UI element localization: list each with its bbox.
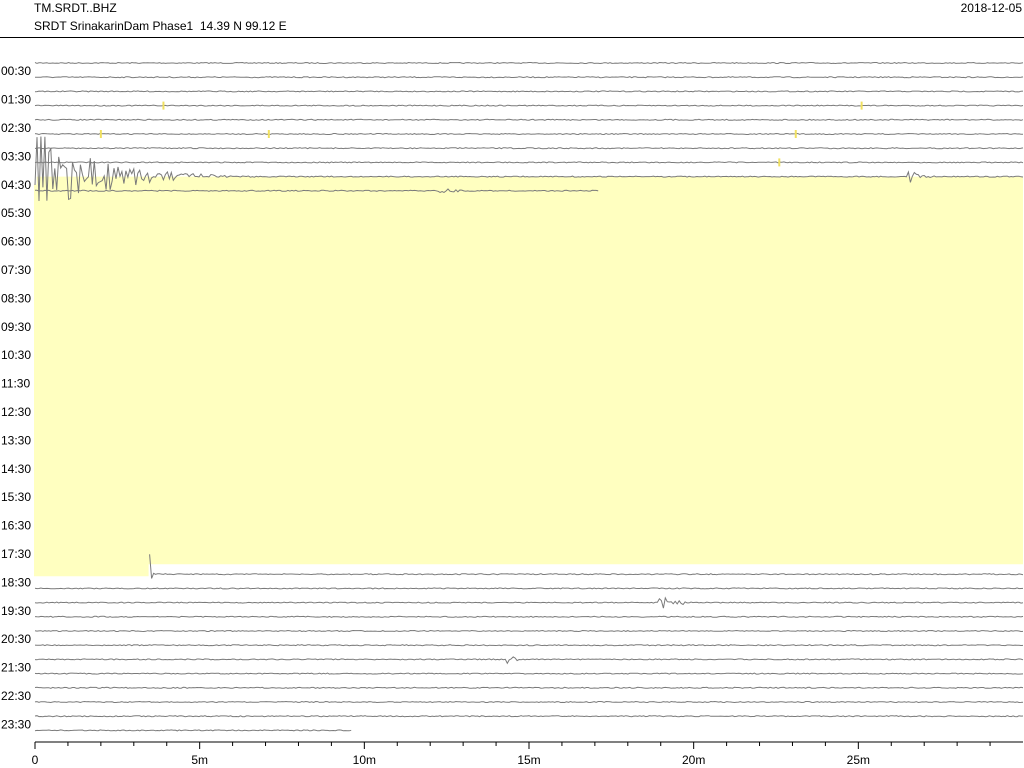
trace-row-41 [34, 644, 1024, 647]
trace-row-6 [35, 147, 1024, 150]
highlight-layer [34, 176, 1023, 577]
trace-row-1 [35, 76, 1024, 79]
trace-row-39 [34, 615, 1024, 618]
x-tick-label: 20m [682, 753, 705, 767]
trace-row-40 [34, 629, 1024, 633]
row-label-12: 12:30 [1, 405, 31, 419]
row-label-2: 02:30 [1, 121, 31, 135]
trace-row-0 [34, 61, 1024, 65]
highlight-region [34, 176, 1023, 577]
trace-row-46 [34, 715, 1024, 718]
x-tick-label: 5m [191, 753, 208, 767]
row-label-7: 07:30 [1, 263, 31, 277]
x-tick-label: 15m [517, 753, 540, 767]
row-label-17: 17:30 [1, 547, 31, 561]
row-label-0: 00:30 [1, 64, 31, 78]
row-label-14: 14:30 [1, 462, 31, 476]
row-label-23: 23:30 [1, 717, 31, 731]
trace-row-44 [34, 686, 1024, 689]
trace-row-42 [34, 656, 1024, 665]
trace-row-2 [34, 90, 1024, 93]
row-label-3: 03:30 [1, 149, 31, 163]
trace-row-43 [34, 672, 1024, 675]
row-label-9: 09:30 [1, 320, 31, 334]
trace-row-5 [34, 132, 1023, 136]
x-tick-label: 0 [32, 753, 39, 767]
row-label-10: 10:30 [1, 348, 31, 362]
row-label-19: 19:30 [1, 604, 31, 618]
row-label-15: 15:30 [1, 490, 31, 504]
x-tick-label: 25m [847, 753, 870, 767]
row-label-13: 13:30 [1, 433, 31, 447]
row-label-1: 01:30 [1, 93, 31, 107]
row-label-22: 22:30 [1, 689, 31, 703]
trace-row-37 [34, 587, 1024, 590]
row-label-20: 20:30 [1, 632, 31, 646]
row-label-11: 11:30 [1, 377, 30, 391]
row-label-16: 16:30 [1, 519, 31, 533]
helicorder-plot: 00:30 01:30 02:30 03:30 04:30 05:30 06:30 07:30… [1, 61, 1024, 767]
trace-row-4 [34, 118, 1024, 121]
row-label-6: 06:30 [1, 235, 31, 249]
row-time-labels: 00:30 01:30 02:30 03:30 04:30 05:30 06:30 07:30… [1, 64, 31, 731]
row-label-8: 08:30 [1, 291, 31, 305]
row-label-5: 05:30 [1, 206, 31, 220]
row-label-18: 18:30 [1, 575, 31, 589]
trace-row-45 [34, 700, 1024, 704]
trace-row-38 [34, 596, 1024, 609]
x-axis: 0 5m 10m 15m 20m 25m [32, 741, 1023, 767]
x-tick-label: 10m [353, 753, 376, 767]
trace-row-7 [34, 161, 1024, 164]
row-label-21: 21:30 [1, 661, 31, 675]
row-label-4: 04:30 [1, 178, 31, 192]
trace-row-3 [34, 104, 1024, 107]
trace-row-47 [34, 729, 352, 732]
